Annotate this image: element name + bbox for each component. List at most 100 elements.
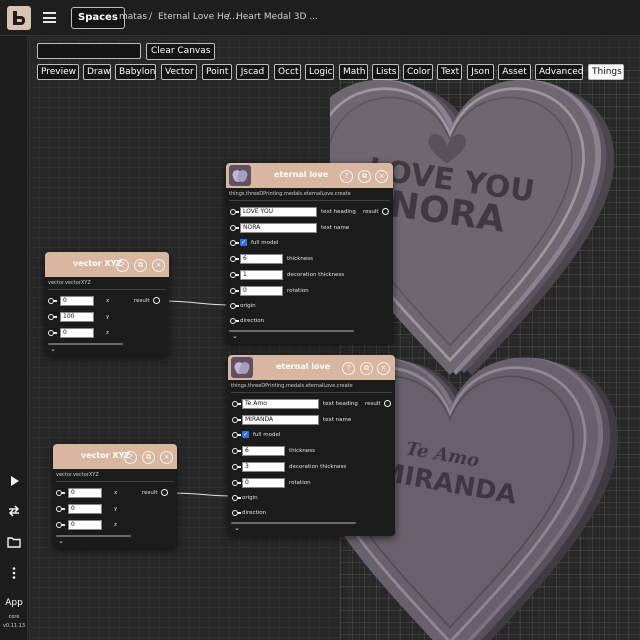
y-field[interactable]: 100 [60,312,94,322]
thickness-label: thickness [289,448,315,454]
y-field[interactable]: 0 [68,504,102,514]
node-scrollbar[interactable] [48,343,123,345]
direction-label: direction [242,510,267,516]
full-model-checkbox[interactable]: ✓ [240,239,247,246]
tab-preview[interactable]: Preview [37,64,79,80]
y-label: y [106,314,110,320]
rotation-label: rotation [287,288,309,294]
node-scrollbar[interactable] [231,522,356,524]
x-field[interactable]: 0 [68,488,102,498]
breadcrumb-user[interactable]: matas [119,12,147,22]
y-label: y [114,506,118,512]
tab-advanced[interactable]: Advanced [535,64,583,80]
chevron-down-icon[interactable]: ⌄ [234,524,240,532]
full-model-checkbox[interactable]: ✓ [242,431,249,438]
close-icon[interactable]: × [152,259,165,272]
tab-occt[interactable]: Occt [274,64,301,80]
decoration-thickness-field[interactable]: 1 [240,270,283,280]
chevron-down-icon[interactable]: ⌄ [50,345,56,353]
copy-icon[interactable]: ⧉ [134,259,147,272]
tab-vector[interactable]: Vector [161,64,197,80]
node-header[interactable]: vector XYZ ? ⧉ × [45,252,169,277]
text-heading-field[interactable]: Te Amo [242,399,319,409]
canvas-search-input[interactable] [37,43,141,59]
tab-things[interactable]: Things [588,64,624,80]
node-header[interactable]: vector XYZ ? ⧉ × [53,444,177,469]
tab-babylon[interactable]: Babylon [115,64,156,80]
tab-logic[interactable]: Logic [305,64,334,80]
copy-icon[interactable]: ⧉ [360,362,373,375]
z-field[interactable]: 0 [60,328,94,338]
rotation-field[interactable]: 0 [242,478,285,488]
folder-icon[interactable] [6,534,22,550]
menu-icon[interactable] [43,12,56,23]
node-vector-xyz-2[interactable]: vector XYZ ? ⧉ × vector.vectorXYZ 0 x 0 … [53,444,177,548]
text-name-field[interactable]: NORA [240,223,317,233]
node-path: things.threeDPrinting.medals.eternalLove… [231,383,353,389]
x-field[interactable]: 0 [60,296,94,306]
rotation-field[interactable]: 0 [240,286,283,296]
tab-color[interactable]: Color [403,64,433,80]
app-label[interactable]: App [0,598,28,608]
node-header[interactable]: eternal love ? ⧉ × [226,163,393,188]
help-icon[interactable]: ? [342,362,355,375]
node-scrollbar[interactable] [229,330,354,332]
tab-math[interactable]: Math [339,64,368,80]
decoration-thickness-label: decoration thickness [289,464,347,470]
output-port-result[interactable] [382,208,389,215]
more-vertical-icon[interactable] [6,565,22,581]
node-title: eternal love [274,170,329,179]
z-label: z [114,522,117,528]
result-label: result [142,490,158,496]
node-vector-xyz-1[interactable]: vector XYZ ? ⧉ × vector.vectorXYZ 0 x 10… [45,252,169,356]
decoration-thickness-field[interactable]: 3 [242,462,285,472]
node-eternal-love-2[interactable]: eternal love ? ⧉ × things.threeDPrinting… [228,355,395,536]
close-icon[interactable]: × [160,451,173,464]
top-bar: Spaces matas / Eternal Love He... / Hear… [0,0,640,36]
text-heading-label: text heading [321,209,356,215]
play-icon[interactable] [6,473,22,489]
breadcrumb-script[interactable]: Heart Medal 3D ... [236,12,318,22]
tab-json[interactable]: Json [467,64,494,80]
node-title: vector XYZ [81,451,131,460]
text-name-label: text name [323,417,352,423]
text-name-field[interactable]: MIRANDA [242,415,319,425]
close-icon[interactable]: × [375,170,388,183]
help-icon[interactable]: ? [116,259,129,272]
output-port-result[interactable] [153,297,160,304]
output-port-result[interactable] [384,400,391,407]
help-icon[interactable]: ? [124,451,137,464]
tab-text[interactable]: Text [437,64,462,80]
copy-icon[interactable]: ⧉ [358,170,371,183]
breadcrumb-project[interactable]: Eternal Love He... [158,12,238,22]
chevron-down-icon[interactable]: ⌄ [58,537,64,545]
node-title: eternal love [276,362,331,371]
close-icon[interactable]: × [377,362,390,375]
chevron-down-icon[interactable]: ⌄ [232,332,238,340]
swap-icon[interactable] [6,503,22,519]
tab-point[interactable]: Point [202,64,232,80]
z-field[interactable]: 0 [68,520,102,530]
clear-canvas-button[interactable]: Clear Canvas [146,43,216,60]
thickness-field[interactable]: 6 [242,446,285,456]
bitbybit-logo[interactable] [7,6,31,30]
result-label: result [363,209,379,215]
tab-draw[interactable]: Draw [83,64,111,80]
node-header[interactable]: eternal love ? ⧉ × [228,355,395,380]
spaces-button[interactable]: Spaces [71,7,125,29]
breadcrumb-separator: / [149,12,153,22]
node-path: things.threeDPrinting.medals.eternalLove… [229,191,351,197]
result-label: result [134,298,150,304]
help-icon[interactable]: ? [340,170,353,183]
tab-jscad[interactable]: Jscad [236,64,269,80]
tab-asset[interactable]: Asset [498,64,531,80]
tab-lists[interactable]: Lists [372,64,399,80]
output-port-result[interactable] [161,489,168,496]
node-scrollbar[interactable] [56,535,131,537]
node-eternal-love-1[interactable]: eternal love ? ⧉ × things.threeDPrinting… [226,163,393,344]
z-label: z [106,330,109,336]
text-heading-field[interactable]: LOVE YOU [240,207,317,217]
thickness-field[interactable]: 6 [240,254,283,264]
copy-icon[interactable]: ⧉ [142,451,155,464]
text-name-label: text name [321,225,350,231]
